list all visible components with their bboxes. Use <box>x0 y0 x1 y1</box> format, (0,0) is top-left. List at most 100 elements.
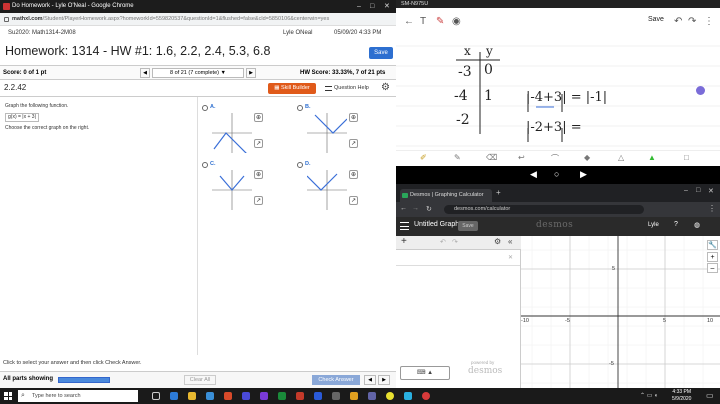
store-icon[interactable] <box>206 392 214 400</box>
option-d-radio[interactable] <box>297 162 303 168</box>
tray-icons[interactable]: ⌃ ▭ ◖ <box>640 392 658 399</box>
next-question-icon[interactable]: ▶ <box>246 68 256 78</box>
gear-icon[interactable]: ⚙ <box>381 82 390 93</box>
word-icon[interactable] <box>314 392 322 400</box>
option-c-radio[interactable] <box>202 162 208 168</box>
expression-input-row[interactable]: ✕ <box>396 250 520 266</box>
eraser-icon[interactable]: ⌫ <box>486 153 497 162</box>
zoom-in-icon[interactable]: ⊕ <box>349 113 358 122</box>
powerpoint-icon[interactable] <box>296 392 304 400</box>
skill-builder-button[interactable]: ▦ Skill Builder <box>268 83 316 94</box>
edge-icon[interactable] <box>170 392 178 400</box>
taskbar-search-input[interactable]: ⌕ Type here to search <box>18 390 138 402</box>
windows-start-icon[interactable] <box>4 392 12 400</box>
notes-save-button[interactable]: Save <box>648 16 664 23</box>
task-view-icon[interactable] <box>152 392 160 400</box>
maximize-icon[interactable]: □ <box>370 0 374 13</box>
prev-question-icon[interactable]: ◀ <box>140 68 150 78</box>
minimize-icon[interactable]: – <box>357 0 361 13</box>
color-icon[interactable]: ▲ <box>648 153 656 162</box>
background-icon[interactable]: □ <box>684 153 689 162</box>
open-graph-icon[interactable]: ↗ <box>254 196 263 205</box>
open-graph-icon[interactable]: ↗ <box>349 139 358 148</box>
file-explorer-icon[interactable] <box>188 392 196 400</box>
new-tab-icon[interactable]: + <box>496 188 501 197</box>
forward-icon[interactable]: → <box>412 205 419 212</box>
chrome-alt-icon[interactable] <box>422 392 430 400</box>
highlighter-icon[interactable]: ✐ <box>420 153 427 162</box>
clear-all-button[interactable]: Clear All <box>184 375 216 385</box>
settings-icon[interactable] <box>332 392 340 400</box>
shape-icon[interactable]: △ <box>618 153 624 162</box>
prev-page-icon[interactable]: ◀ <box>364 375 376 385</box>
zoom-in-icon[interactable]: ⊕ <box>254 170 263 179</box>
teams-icon[interactable] <box>368 392 376 400</box>
system-clock[interactable]: 4:33 PM 5/9/2020 <box>672 389 691 403</box>
phone-recents-icon[interactable]: ▶ <box>580 169 587 180</box>
desmos-user[interactable]: Lyle <box>648 222 659 228</box>
maximize-icon[interactable]: □ <box>696 187 700 194</box>
zoom-in-icon[interactable]: + <box>707 252 718 262</box>
open-graph-icon[interactable]: ↗ <box>349 196 358 205</box>
globe-icon[interactable]: ◍ <box>694 221 700 229</box>
redo-icon[interactable]: ↷ <box>688 16 696 27</box>
graph-title[interactable]: Untitled Graph <box>414 221 459 228</box>
excel-icon[interactable] <box>278 392 286 400</box>
phone-home-icon[interactable]: ○ <box>554 169 559 179</box>
back-icon[interactable]: ← <box>400 205 407 212</box>
office-icon[interactable] <box>224 392 232 400</box>
check-answer-button[interactable]: Check Answer <box>312 375 360 385</box>
wrench-icon[interactable]: 🔧 <box>707 240 718 250</box>
undo-icon[interactable]: ↶ <box>674 16 682 27</box>
save-button[interactable]: Save <box>369 47 393 59</box>
menu-kebab-icon[interactable]: ⋮ <box>708 204 716 213</box>
mail-icon[interactable] <box>242 392 250 400</box>
settings-gear-icon[interactable]: ⚙ <box>494 237 501 246</box>
zoom-in-icon[interactable]: ⊕ <box>349 170 358 179</box>
floating-pen-icon[interactable] <box>696 86 705 95</box>
table-header-x: x <box>464 44 471 58</box>
voice-icon[interactable]: ◉ <box>452 16 461 27</box>
handwriting-canvas[interactable]: x y -3 0 -4 1 -2 |-4+3| = |-1| |-2+3| = <box>396 34 720 150</box>
text-icon[interactable]: T <box>420 16 426 27</box>
fill-icon[interactable]: ◆ <box>584 153 590 162</box>
pen-tool-icon[interactable]: ✎ <box>454 153 461 162</box>
desmos-tab[interactable]: Desmos | Graphing Calculator <box>400 189 492 202</box>
help-icon[interactable]: ? <box>674 221 678 228</box>
phone-back-icon[interactable]: ◀ <box>530 169 537 180</box>
more-icon[interactable]: ⋮ <box>704 16 714 27</box>
app-icon[interactable] <box>260 392 268 400</box>
hamburger-icon[interactable] <box>400 222 409 230</box>
desmos-url-field[interactable]: desmos.com/calculator <box>444 205 644 214</box>
redo-icon[interactable]: ↷ <box>452 238 458 246</box>
lasso-icon[interactable]: ↩ <box>518 153 525 162</box>
close-icon[interactable]: ✕ <box>708 187 714 195</box>
minimize-icon[interactable]: – <box>684 187 688 194</box>
collapse-icon[interactable]: « <box>508 237 512 246</box>
option-b-radio[interactable] <box>297 105 303 111</box>
delete-expression-icon[interactable]: ✕ <box>508 254 513 261</box>
selection-icon[interactable]: ⌒ <box>551 153 559 164</box>
add-item-icon[interactable]: + <box>401 236 407 247</box>
option-a-radio[interactable] <box>202 105 208 111</box>
pen-icon[interactable]: ✎ <box>436 16 444 27</box>
desmos-save-button[interactable]: Save <box>458 221 478 231</box>
question-help-button[interactable]: Question Help <box>324 83 374 94</box>
address-bar[interactable]: mathxl.com/Student/PlayerHomework.aspx?h… <box>0 13 396 26</box>
reload-icon[interactable]: ↻ <box>426 205 432 213</box>
question-nav-dropdown[interactable]: ◀ 8 of 21 (7 complete) ▼ ▶ <box>140 68 256 78</box>
back-arrow-icon[interactable]: ← <box>404 16 414 27</box>
chrome-icon[interactable] <box>386 392 394 400</box>
zoom-out-icon[interactable]: – <box>707 263 718 273</box>
phone-link-icon[interactable] <box>404 392 412 400</box>
zoom-in-icon[interactable]: ⊕ <box>254 113 263 122</box>
undo-icon[interactable]: ↶ <box>440 238 446 246</box>
option-c-graph <box>212 170 252 210</box>
open-graph-icon[interactable]: ↗ <box>254 139 263 148</box>
close-icon[interactable]: ✕ <box>384 0 390 13</box>
notification-icon[interactable]: ▭ <box>706 391 714 400</box>
notes-icon[interactable] <box>350 392 358 400</box>
next-page-icon[interactable]: ▶ <box>378 375 390 385</box>
graph-paper[interactable]: -10 -5 5 10 5 -5 🔧 + – <box>521 236 720 388</box>
keyboard-toggle-icon[interactable]: ⌨ ▲ <box>400 366 450 380</box>
